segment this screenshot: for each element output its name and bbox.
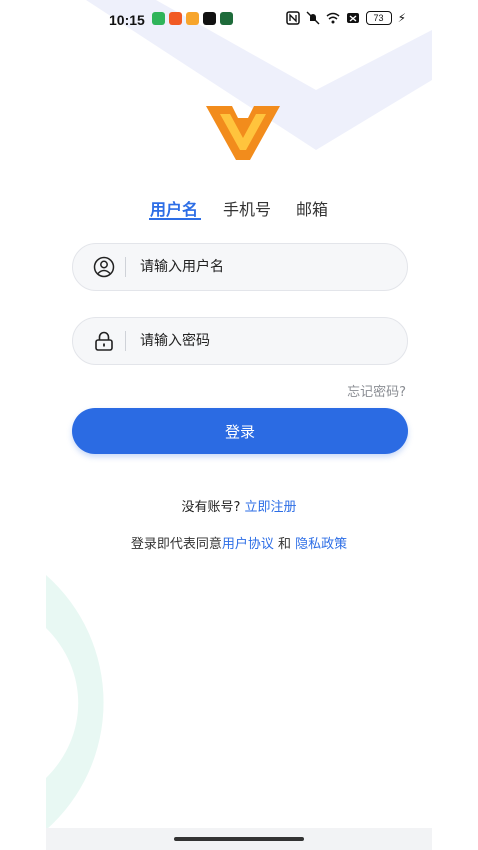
privacy-policy-link[interactable]: 隐私政策: [295, 537, 347, 552]
agreement-line: 登录即代表同意用户协议 和 隐私政策: [46, 533, 432, 552]
green-app-icon: [152, 12, 165, 25]
agreement-prefix: 登录即代表同意: [130, 537, 222, 552]
dark-green-app-icon: [220, 12, 233, 25]
password-input[interactable]: [138, 332, 382, 350]
mute-icon: [306, 11, 320, 25]
password-field[interactable]: [72, 317, 408, 365]
charging-icon: ⚡: [397, 11, 406, 25]
register-link[interactable]: 立即注册: [245, 500, 297, 515]
username-field[interactable]: [72, 243, 408, 291]
login-button[interactable]: 登录: [72, 408, 408, 454]
signal-off-icon: [346, 13, 359, 23]
orange-play-icon: [169, 12, 182, 25]
status-bar: 10:15 73 ⚡: [46, 8, 432, 34]
login-screen: 10:15 73 ⚡ 用户名 手机号 邮箱 请输入用户名 忘记密码? 登录 没有…: [46, 0, 432, 850]
user-icon: [93, 256, 115, 278]
home-indicator[interactable]: [174, 837, 304, 841]
notification-icons: [152, 12, 233, 25]
app-logo: [206, 106, 280, 160]
tab-email[interactable]: 邮箱: [296, 196, 328, 220]
colorful-app-icon: [186, 12, 199, 25]
battery-icon: 73: [365, 11, 392, 25]
nfc-icon: [285, 11, 300, 25]
username-input[interactable]: [138, 258, 382, 276]
forgot-password-link[interactable]: 忘记密码?: [347, 381, 406, 400]
no-account-text: 没有账号?: [181, 500, 241, 515]
user-agreement-link[interactable]: 用户协议: [222, 537, 274, 552]
lock-icon: [95, 331, 113, 351]
tab-username[interactable]: 用户名: [150, 196, 198, 220]
tab-phone[interactable]: 手机号: [223, 196, 271, 220]
wifi-icon: [326, 12, 340, 24]
background-decoration-bottom: [46, 575, 104, 830]
agreement-and: 和: [278, 537, 292, 552]
active-tab-indicator: [149, 218, 201, 220]
login-method-tabs: 用户名 手机号 邮箱: [46, 196, 432, 226]
field-divider: [125, 257, 126, 277]
system-status: 73 ⚡: [285, 11, 406, 25]
field-divider: [125, 331, 126, 351]
status-time: 10:15: [109, 12, 145, 28]
tiktok-icon: [203, 12, 216, 25]
register-prompt: 没有账号? 立即注册: [46, 496, 432, 515]
